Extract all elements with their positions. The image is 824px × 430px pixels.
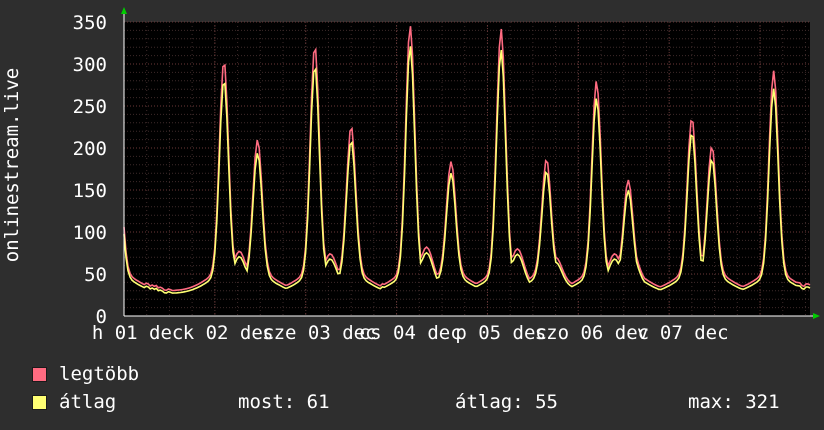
- stat-average: átlag: 55: [455, 391, 558, 413]
- legend-swatch-max: [32, 366, 47, 382]
- y-axis-label: onlinestream.live: [1, 68, 23, 262]
- y-tick-label: 350: [73, 12, 107, 34]
- y-tick-label: 150: [73, 180, 107, 202]
- x-tick-label: p 05 dec: [455, 322, 547, 344]
- y-tick-label: 200: [73, 138, 107, 160]
- plot-area: [124, 22, 810, 316]
- legend-label-avg: átlag: [59, 391, 117, 413]
- y-tick-label: 100: [73, 222, 107, 244]
- x-tick-label: k 02 dec: [183, 322, 275, 344]
- y-tick-label: 50: [84, 264, 107, 286]
- y-axis-arrow-icon: [121, 7, 127, 14]
- y-tick-label: 250: [73, 96, 107, 118]
- stat-max: max: 321: [688, 391, 780, 413]
- y-tick-label: 300: [73, 54, 107, 76]
- legend-item-max: legtöbb: [32, 363, 139, 385]
- legend-item-avg: átlag: [32, 391, 116, 413]
- stat-current: most: 61: [238, 391, 330, 413]
- x-tick-label: szo 06 dec: [535, 322, 649, 344]
- x-tick-label: h 01 dec: [92, 322, 184, 344]
- traffic-chart: 050100150200250300350h 01 dec k 02 decsze…: [1, 7, 820, 344]
- legend-label-max: legtöbb: [59, 363, 140, 385]
- x-axis-arrow-icon: [813, 313, 820, 319]
- x-tick-label: v 07 dec: [637, 322, 729, 344]
- x-tick-label: cs 04 dec: [359, 322, 462, 344]
- legend-swatch-avg: [32, 394, 47, 410]
